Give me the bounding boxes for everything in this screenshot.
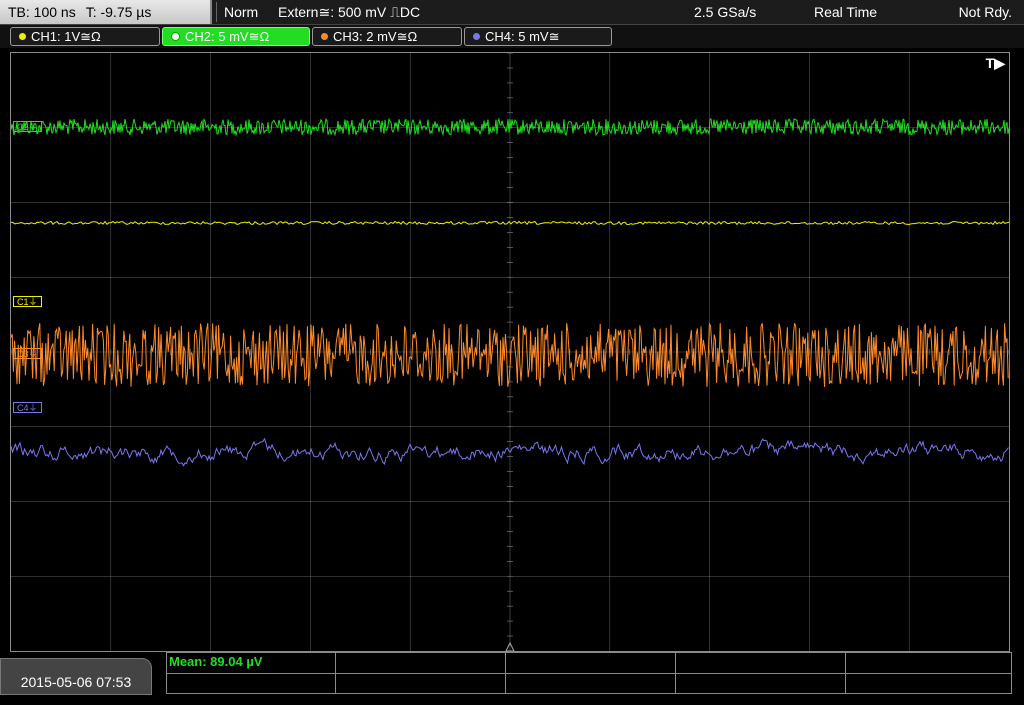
- bottom-bar: 2015-05-06 07:53 Mean: 89.04 µV: [0, 652, 1024, 695]
- trigger-mode[interactable]: Norm: [224, 0, 258, 24]
- channel-tab-ch2[interactable]: CH2: 5 mV≅Ω: [162, 27, 310, 46]
- measurement-column-divider: [845, 653, 846, 693]
- trigger-offset-value: T: -9.75 µs: [85, 4, 152, 20]
- ch1-color-dot: [19, 33, 26, 41]
- measurement-column-divider: [335, 653, 336, 693]
- measurement-column-divider: [675, 653, 676, 693]
- sample-rate[interactable]: 2.5 GSa/s: [694, 0, 756, 24]
- date-time-display: 2015-05-06 07:53: [0, 658, 152, 695]
- trigger-position-marker[interactable]: T▶: [986, 55, 1005, 72]
- measurement-mean-value: Mean: 89.04 µV: [169, 654, 263, 669]
- ch2-label: CH2: 5 mV≅Ω: [185, 29, 270, 44]
- ch3-offset-marker[interactable]: C3⏚: [13, 348, 42, 359]
- waveform-canvas: [11, 53, 1009, 651]
- ch4-label: CH4: 5 mV≅: [485, 29, 560, 44]
- trigger-source[interactable]: Extern≅: 500 mV ⎍DC: [278, 0, 420, 24]
- channel-bar: CH1: 1V≅Ω CH2: 5 mV≅Ω CH3: 2 mV≅Ω CH4: 5…: [0, 25, 1024, 48]
- ch4-offset-marker[interactable]: C4⏚: [13, 402, 42, 413]
- measurement-panel[interactable]: Mean: 89.04 µV: [166, 652, 1012, 694]
- ch3-color-dot: [321, 33, 328, 41]
- measurement-column-divider: [505, 653, 506, 693]
- status-bar: TB: 100 ns T: -9.75 µs Norm Extern≅: 500 …: [0, 0, 1024, 25]
- ch1-offset-marker[interactable]: C1⏚: [13, 296, 42, 307]
- acquisition-mode[interactable]: Real Time: [814, 0, 877, 24]
- timebase-setting[interactable]: TB: 100 ns T: -9.75 µs: [0, 0, 212, 24]
- measurement-row: [167, 653, 1011, 674]
- channel-tab-ch3[interactable]: CH3: 2 mV≅Ω: [312, 27, 462, 46]
- channel-tab-ch4[interactable]: CH4: 5 mV≅: [464, 27, 612, 46]
- waveform-display[interactable]: T▶ C1⏚ C2⏚ C3⏚ C4⏚: [10, 52, 1010, 652]
- ch3-waveform: [11, 322, 1009, 388]
- ch1-label: CH1: 1V≅Ω: [31, 29, 101, 44]
- timebase-value: TB: 100 ns: [8, 4, 76, 20]
- channel-tab-ch1[interactable]: CH1: 1V≅Ω: [10, 27, 160, 46]
- ch2-color-dot: [171, 32, 180, 42]
- divider: [216, 2, 217, 22]
- ch4-color-dot: [473, 33, 480, 41]
- ch2-offset-marker[interactable]: C2⏚: [13, 121, 42, 132]
- acquisition-status: Not Rdy.: [958, 4, 1012, 20]
- ch3-label: CH3: 2 mV≅Ω: [333, 29, 418, 44]
